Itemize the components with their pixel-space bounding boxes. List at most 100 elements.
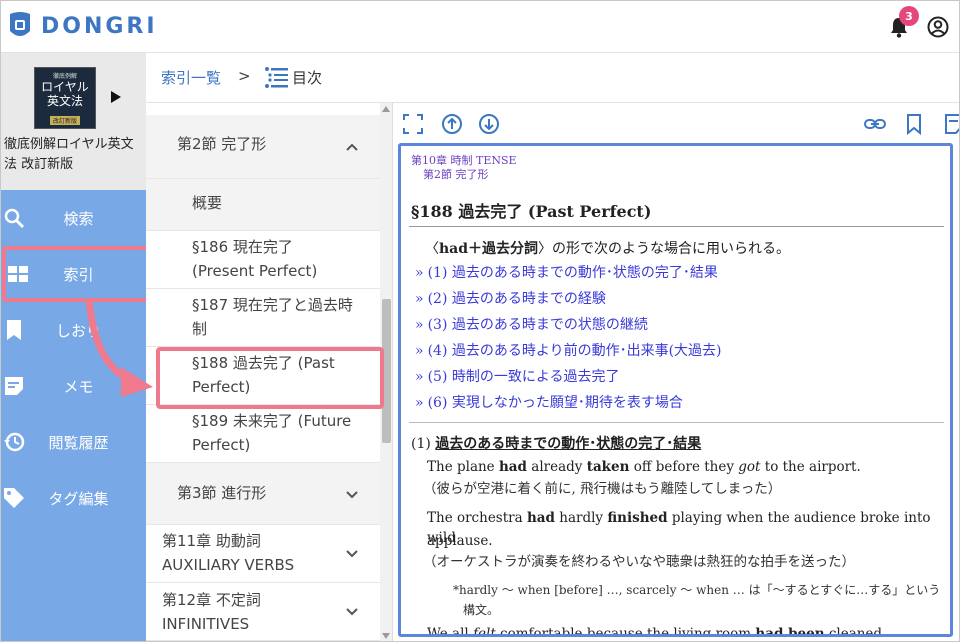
- ex-bold: had been: [755, 626, 825, 637]
- breadcrumb-separator: >: [238, 67, 251, 85]
- sub-num: (1): [411, 436, 436, 452]
- toc-row-label: Perfect): [192, 436, 251, 454]
- breadcrumb-current: 目次: [292, 69, 323, 87]
- intro-rest: 〉の形で次のような場合に用いられる。: [538, 241, 791, 257]
- arrow-up-circle-icon[interactable]: [441, 113, 463, 135]
- fullscreen-icon[interactable]: [402, 113, 424, 135]
- brand-logo[interactable]: DONGRI: [9, 11, 158, 41]
- account-icon[interactable]: [927, 16, 949, 38]
- example-sentence: We all felt comfortable because the livi…: [427, 624, 887, 637]
- link-marker: »: [415, 395, 424, 411]
- link-text: (3) 過去のある時までの状態の継続: [427, 317, 648, 333]
- chevron-down-icon[interactable]: [346, 550, 358, 558]
- toc-chapter-row[interactable]: 第11章 助動詞 AUXILIARY VERBS: [146, 525, 380, 583]
- arrow-down-circle-icon[interactable]: [478, 113, 500, 135]
- cover-text: 改訂新版: [49, 116, 80, 125]
- toc-row-label: 第3節 進行形: [177, 484, 267, 502]
- nav-label: 検索: [63, 209, 94, 228]
- link-text: (5) 時制の一致による過去完了: [427, 369, 620, 385]
- toc-chapter-row[interactable]: 第12章 不定詞 INFINITIVES: [146, 583, 380, 641]
- ex-text: already: [526, 459, 587, 475]
- content-panel: 第10章 時制 TENSE 第2節 完了形 §188 過去完了 (Past Pe…: [398, 143, 953, 637]
- link-text: (6) 実現しなかった願望･期待を表す場合: [427, 395, 683, 411]
- example-translation: （彼らが空港に着く前に, 飛行機はもう離陸してしまった）: [423, 481, 782, 497]
- link-marker: »: [415, 343, 424, 359]
- bookmark-outline-icon[interactable]: [903, 113, 925, 135]
- example-sentence: The orchestra had hardly finished playin…: [427, 508, 950, 548]
- toc-item-row[interactable]: §189 未来完了 (Future Perfect): [146, 405, 380, 463]
- link-marker: »: [415, 265, 424, 281]
- logo-icon: [10, 12, 30, 36]
- book-cover[interactable]: 徹底例解 ロイヤル 英文法 改訂新版: [34, 67, 96, 129]
- subsection-link[interactable]: » (3) 過去のある時までの状態の継続: [415, 314, 648, 334]
- link-text: (2) 過去のある時までの経験: [427, 291, 606, 307]
- toc-row-label: 第11章 助動詞: [162, 532, 261, 550]
- app-window: DONGRI 3 徹底例解 ロイヤル 英文法 改訂新版 徹底例解ロイヤル英文法 …: [0, 0, 960, 642]
- memo-edit-icon[interactable]: [943, 113, 960, 135]
- ex-text: The plane: [427, 459, 499, 475]
- cover-text: ロイヤル: [41, 80, 89, 94]
- article-heading: §188 過去完了 (Past Perfect): [411, 202, 652, 221]
- breadcrumb-index-list-link[interactable]: 索引一覧: [161, 67, 221, 88]
- ex-text: off before they: [629, 459, 739, 475]
- highlight-toc-188: [156, 347, 384, 409]
- toc-item-row[interactable]: §186 現在完了 (Present Perfect): [146, 231, 380, 289]
- ex-text: cleaned.: [824, 626, 887, 637]
- link-marker: »: [415, 369, 424, 385]
- link-icon[interactable]: [864, 113, 886, 135]
- intro-text: 〈had＋過去分詞〉の形で次のような場合に用いられる。: [425, 238, 790, 258]
- nav-label: タグ編集: [48, 489, 109, 508]
- subsection-heading: (1) 過去のある時までの動作･状態の完了･結果: [411, 433, 701, 453]
- example-sentence: The plane had already taken off before t…: [427, 457, 861, 477]
- highlight-nav-index: [2, 246, 152, 302]
- nav-label: 閲覧履歴: [48, 433, 109, 452]
- toc-row-label: INFINITIVES: [162, 615, 250, 633]
- subsection-link[interactable]: » (1) 過去のある時までの動作･状態の完了･結果: [415, 262, 718, 282]
- link-text: (1) 過去のある時までの動作･状態の完了･結果: [427, 265, 718, 281]
- toc-section-row[interactable]: 第2節 完了形: [146, 115, 380, 179]
- toc-list-icon: [265, 67, 288, 88]
- toc-row-label: 第12章 不定詞: [162, 591, 261, 609]
- chevron-up-icon[interactable]: [346, 143, 358, 151]
- toc-item-row[interactable]: §187 現在完了と過去時 制: [146, 289, 380, 347]
- chevron-down-icon[interactable]: [346, 491, 358, 499]
- ex-text: We all: [427, 626, 474, 637]
- chevron-down-icon[interactable]: [346, 608, 358, 616]
- play-icon[interactable]: [111, 91, 121, 103]
- ex-bold: finished: [607, 510, 668, 526]
- ex-text: to the airport.: [760, 459, 861, 475]
- subsection-link[interactable]: » (2) 過去のある時までの経験: [415, 288, 606, 308]
- intro-open: 〈: [425, 241, 439, 257]
- section-label[interactable]: 第2節 完了形: [423, 168, 489, 182]
- chapter-label[interactable]: 第10章 時制 TENSE: [411, 154, 517, 168]
- brand-name: DONGRI: [41, 13, 158, 39]
- ex-italic: got: [738, 459, 761, 475]
- subsection-link[interactable]: » (6) 実現しなかった願望･期待を表す場合: [415, 392, 683, 412]
- subsection-link[interactable]: » (5) 時制の一致による過去完了: [415, 366, 619, 386]
- divider: [409, 226, 944, 227]
- toc-section-row[interactable]: 第3節 進行形: [146, 463, 380, 525]
- example-sentence-cont: applause.: [427, 533, 493, 549]
- link-marker: »: [415, 317, 424, 333]
- usage-note: 構文。: [463, 603, 500, 617]
- ex-italic: felt: [473, 626, 496, 637]
- book-info: 徹底例解 ロイヤル 英文法 改訂新版 徹底例解ロイヤル英文法 改訂新版: [1, 53, 146, 191]
- toc-row-label: §186 現在完了: [192, 238, 293, 256]
- sub-title: 過去のある時までの動作･状態の完了･結果: [435, 436, 702, 452]
- divider: [409, 422, 944, 423]
- nav-item-search[interactable]: 検索: [1, 190, 146, 246]
- nav-item-history[interactable]: 閲覧履歴: [1, 414, 146, 470]
- scroll-down-arrow[interactable]: [382, 633, 390, 639]
- breadcrumb: 索引一覧 > 目次: [146, 53, 959, 103]
- subsection-link[interactable]: » (4) 過去のある時より前の動作･出来事(大過去): [415, 340, 722, 360]
- toc-item-row[interactable]: 概要: [146, 179, 380, 231]
- link-text: (4) 過去のある時より前の動作･出来事(大過去): [427, 343, 722, 359]
- ex-text: The orchestra: [427, 510, 527, 526]
- annotation-arrow: [85, 298, 153, 397]
- ex-bold: taken: [586, 459, 630, 475]
- intro-bold: had＋過去分詞: [439, 241, 539, 257]
- scroll-up-arrow[interactable]: [382, 106, 390, 112]
- content-toolbar: [393, 103, 959, 143]
- nav-item-tags[interactable]: タグ編集: [1, 470, 146, 526]
- toc-row-label: (Present Perfect): [192, 262, 318, 280]
